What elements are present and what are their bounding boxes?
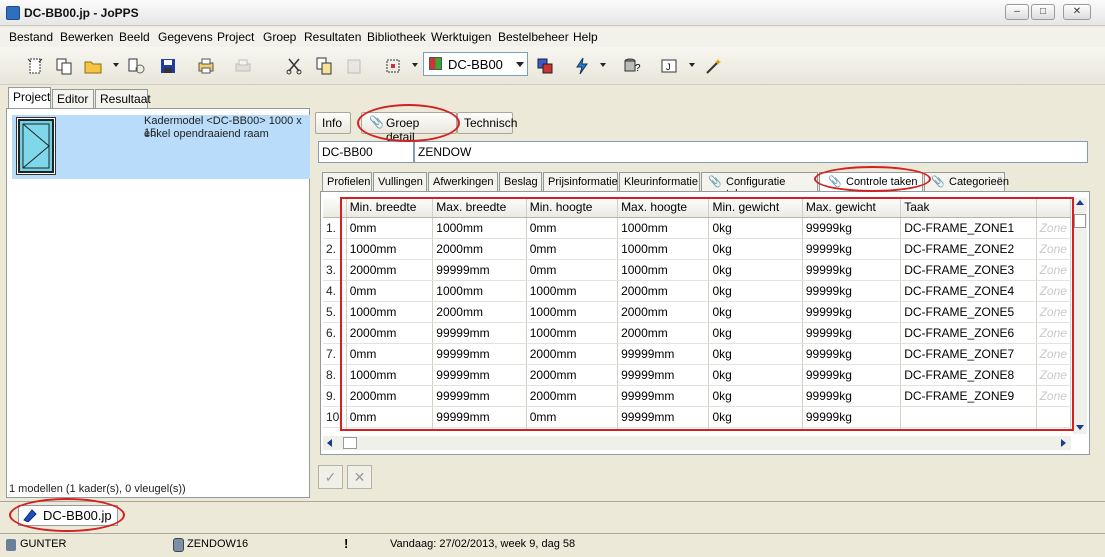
model-icon — [429, 57, 442, 70]
title-bar: DC-BB00.jp - JoPPS – □ ✕ — [0, 0, 1105, 26]
menu-resultaten[interactable]: Resultaten — [304, 30, 361, 44]
technisch-button[interactable]: Technisch — [457, 112, 517, 134]
status-database: ZENDOW16 — [187, 538, 249, 550]
scroll-up-icon[interactable] — [1076, 200, 1084, 205]
model-select-value: DC-BB00 — [448, 57, 503, 72]
tab-profielen[interactable]: Profielen — [322, 172, 372, 191]
copy-icon[interactable] — [314, 56, 334, 76]
select-tool-icon[interactable] — [383, 56, 403, 76]
name-field[interactable]: ZENDOW — [414, 141, 1088, 163]
menu-werktuigen[interactable]: Werktuigen — [431, 30, 491, 44]
menu-bestand[interactable]: Bestand — [9, 30, 53, 44]
new-icon[interactable] — [25, 56, 45, 76]
code-field[interactable]: DC-BB00 — [318, 141, 414, 163]
hscroll-thumb[interactable] — [343, 437, 357, 449]
scroll-right-icon[interactable] — [1061, 439, 1066, 447]
maximize-button[interactable]: □ — [1031, 4, 1055, 20]
highlight-grid — [340, 197, 1074, 431]
chevron-down-icon[interactable] — [516, 62, 524, 67]
import-icon[interactable] — [126, 56, 146, 76]
confirm-button[interactable]: ✓ — [318, 465, 343, 489]
close-button[interactable]: ✕ — [1063, 4, 1091, 20]
paperclip-icon: 📎 — [708, 176, 722, 188]
document-tabbar — [0, 501, 1105, 529]
tab-prijsinformatie[interactable]: Prijsinformatie — [543, 172, 618, 191]
vertical-scrollbar[interactable] — [1073, 198, 1087, 434]
magic-wand-icon[interactable] — [703, 56, 723, 76]
menu-bibliotheek[interactable]: Bibliotheek — [367, 30, 426, 44]
toolbar: ? J — [0, 47, 1105, 85]
svg-text:J: J — [666, 62, 671, 72]
save-icon[interactable] — [158, 56, 178, 76]
scroll-left-icon[interactable] — [327, 439, 332, 447]
cancel-button[interactable]: ✕ — [347, 465, 372, 489]
menu-groep[interactable]: Groep — [263, 30, 296, 44]
project-panel: Kadermodel <DC-BB00> 1000 x 15 enkel ope… — [6, 108, 310, 498]
copy-model-icon[interactable] — [54, 56, 74, 76]
tab-project[interactable]: Project — [8, 87, 51, 109]
status-date: Vandaag: 27/02/2013, week 9, dag 58 — [390, 538, 576, 550]
alert-icon: ! — [344, 536, 349, 551]
select-tool-dropdown-icon[interactable] — [412, 63, 418, 67]
tab-vullingen[interactable]: Vullingen — [373, 172, 427, 191]
tab-categorieen-label: Categorieën — [949, 176, 1009, 188]
scroll-thumb[interactable] — [1074, 214, 1086, 228]
menu-help[interactable]: Help — [573, 30, 598, 44]
info-button[interactable]: Info — [315, 112, 351, 134]
menu-bewerken[interactable]: Bewerken — [60, 30, 113, 44]
menu-project[interactable]: Project — [217, 30, 254, 44]
print-icon[interactable] — [233, 56, 253, 76]
tab-configuratie-taken[interactable]: 📎 Configuratie taken — [701, 172, 818, 200]
highlight-document-tab — [9, 498, 125, 532]
paperclip-icon: 📎 — [931, 176, 945, 188]
model-list-item[interactable]: Kadermodel <DC-BB00> 1000 x 15 enkel ope… — [12, 115, 310, 179]
status-bar: GUNTER ZENDOW16 ! Vandaag: 27/02/2013, w… — [0, 533, 1105, 555]
svg-text:?: ? — [635, 63, 641, 74]
tab-kleurinformatie[interactable]: Kleurinformatie — [619, 172, 700, 191]
open-dropdown-icon[interactable] — [113, 63, 119, 67]
menu-beeld[interactable]: Beeld — [119, 30, 150, 44]
print-preview-icon[interactable] — [196, 56, 216, 76]
tab-beslag[interactable]: Beslag — [499, 172, 542, 191]
horizontal-scrollbar[interactable] — [323, 436, 1071, 450]
model-select[interactable]: DC-BB00 — [423, 52, 528, 76]
tab-categorieen[interactable]: 📎 Categorieën — [924, 172, 1009, 191]
status-user: GUNTER — [20, 538, 67, 550]
layers-icon[interactable] — [535, 56, 555, 76]
report-dropdown-icon[interactable] — [689, 63, 695, 67]
calculate-dropdown-icon[interactable] — [600, 63, 606, 67]
highlight-groep-detail — [357, 104, 460, 142]
model-subtitle: enkel opendraaiend raam — [144, 128, 269, 140]
cut-icon[interactable] — [284, 56, 304, 76]
menu-gegevens[interactable]: Gegevens — [158, 30, 213, 44]
open-folder-icon[interactable] — [83, 56, 103, 76]
tab-afwerkingen[interactable]: Afwerkingen — [428, 172, 498, 191]
app-icon — [6, 6, 20, 20]
database-help-icon[interactable]: ? — [622, 56, 642, 76]
paste-icon[interactable] — [344, 56, 364, 76]
model-count: 1 modellen (1 kader(s), 0 vleugel(s)) — [9, 483, 186, 495]
tab-editor[interactable]: Editor — [52, 89, 94, 108]
tab-resultaat[interactable]: Resultaat — [95, 89, 151, 108]
minimize-button[interactable]: – — [1005, 4, 1029, 20]
user-icon — [6, 539, 16, 551]
scroll-down-icon[interactable] — [1076, 425, 1084, 430]
window-title: DC-BB00.jp - JoPPS — [24, 6, 139, 20]
menu-bestelbeheer[interactable]: Bestelbeheer — [498, 30, 569, 44]
highlight-controle-taken — [814, 166, 931, 192]
database-icon — [173, 538, 184, 552]
report-icon[interactable]: J — [659, 56, 679, 76]
calculate-icon[interactable] — [572, 56, 592, 76]
window-thumbnail — [16, 117, 56, 175]
menu-bar: Bestand Bewerken Beeld Gegevens Project … — [0, 27, 1105, 47]
